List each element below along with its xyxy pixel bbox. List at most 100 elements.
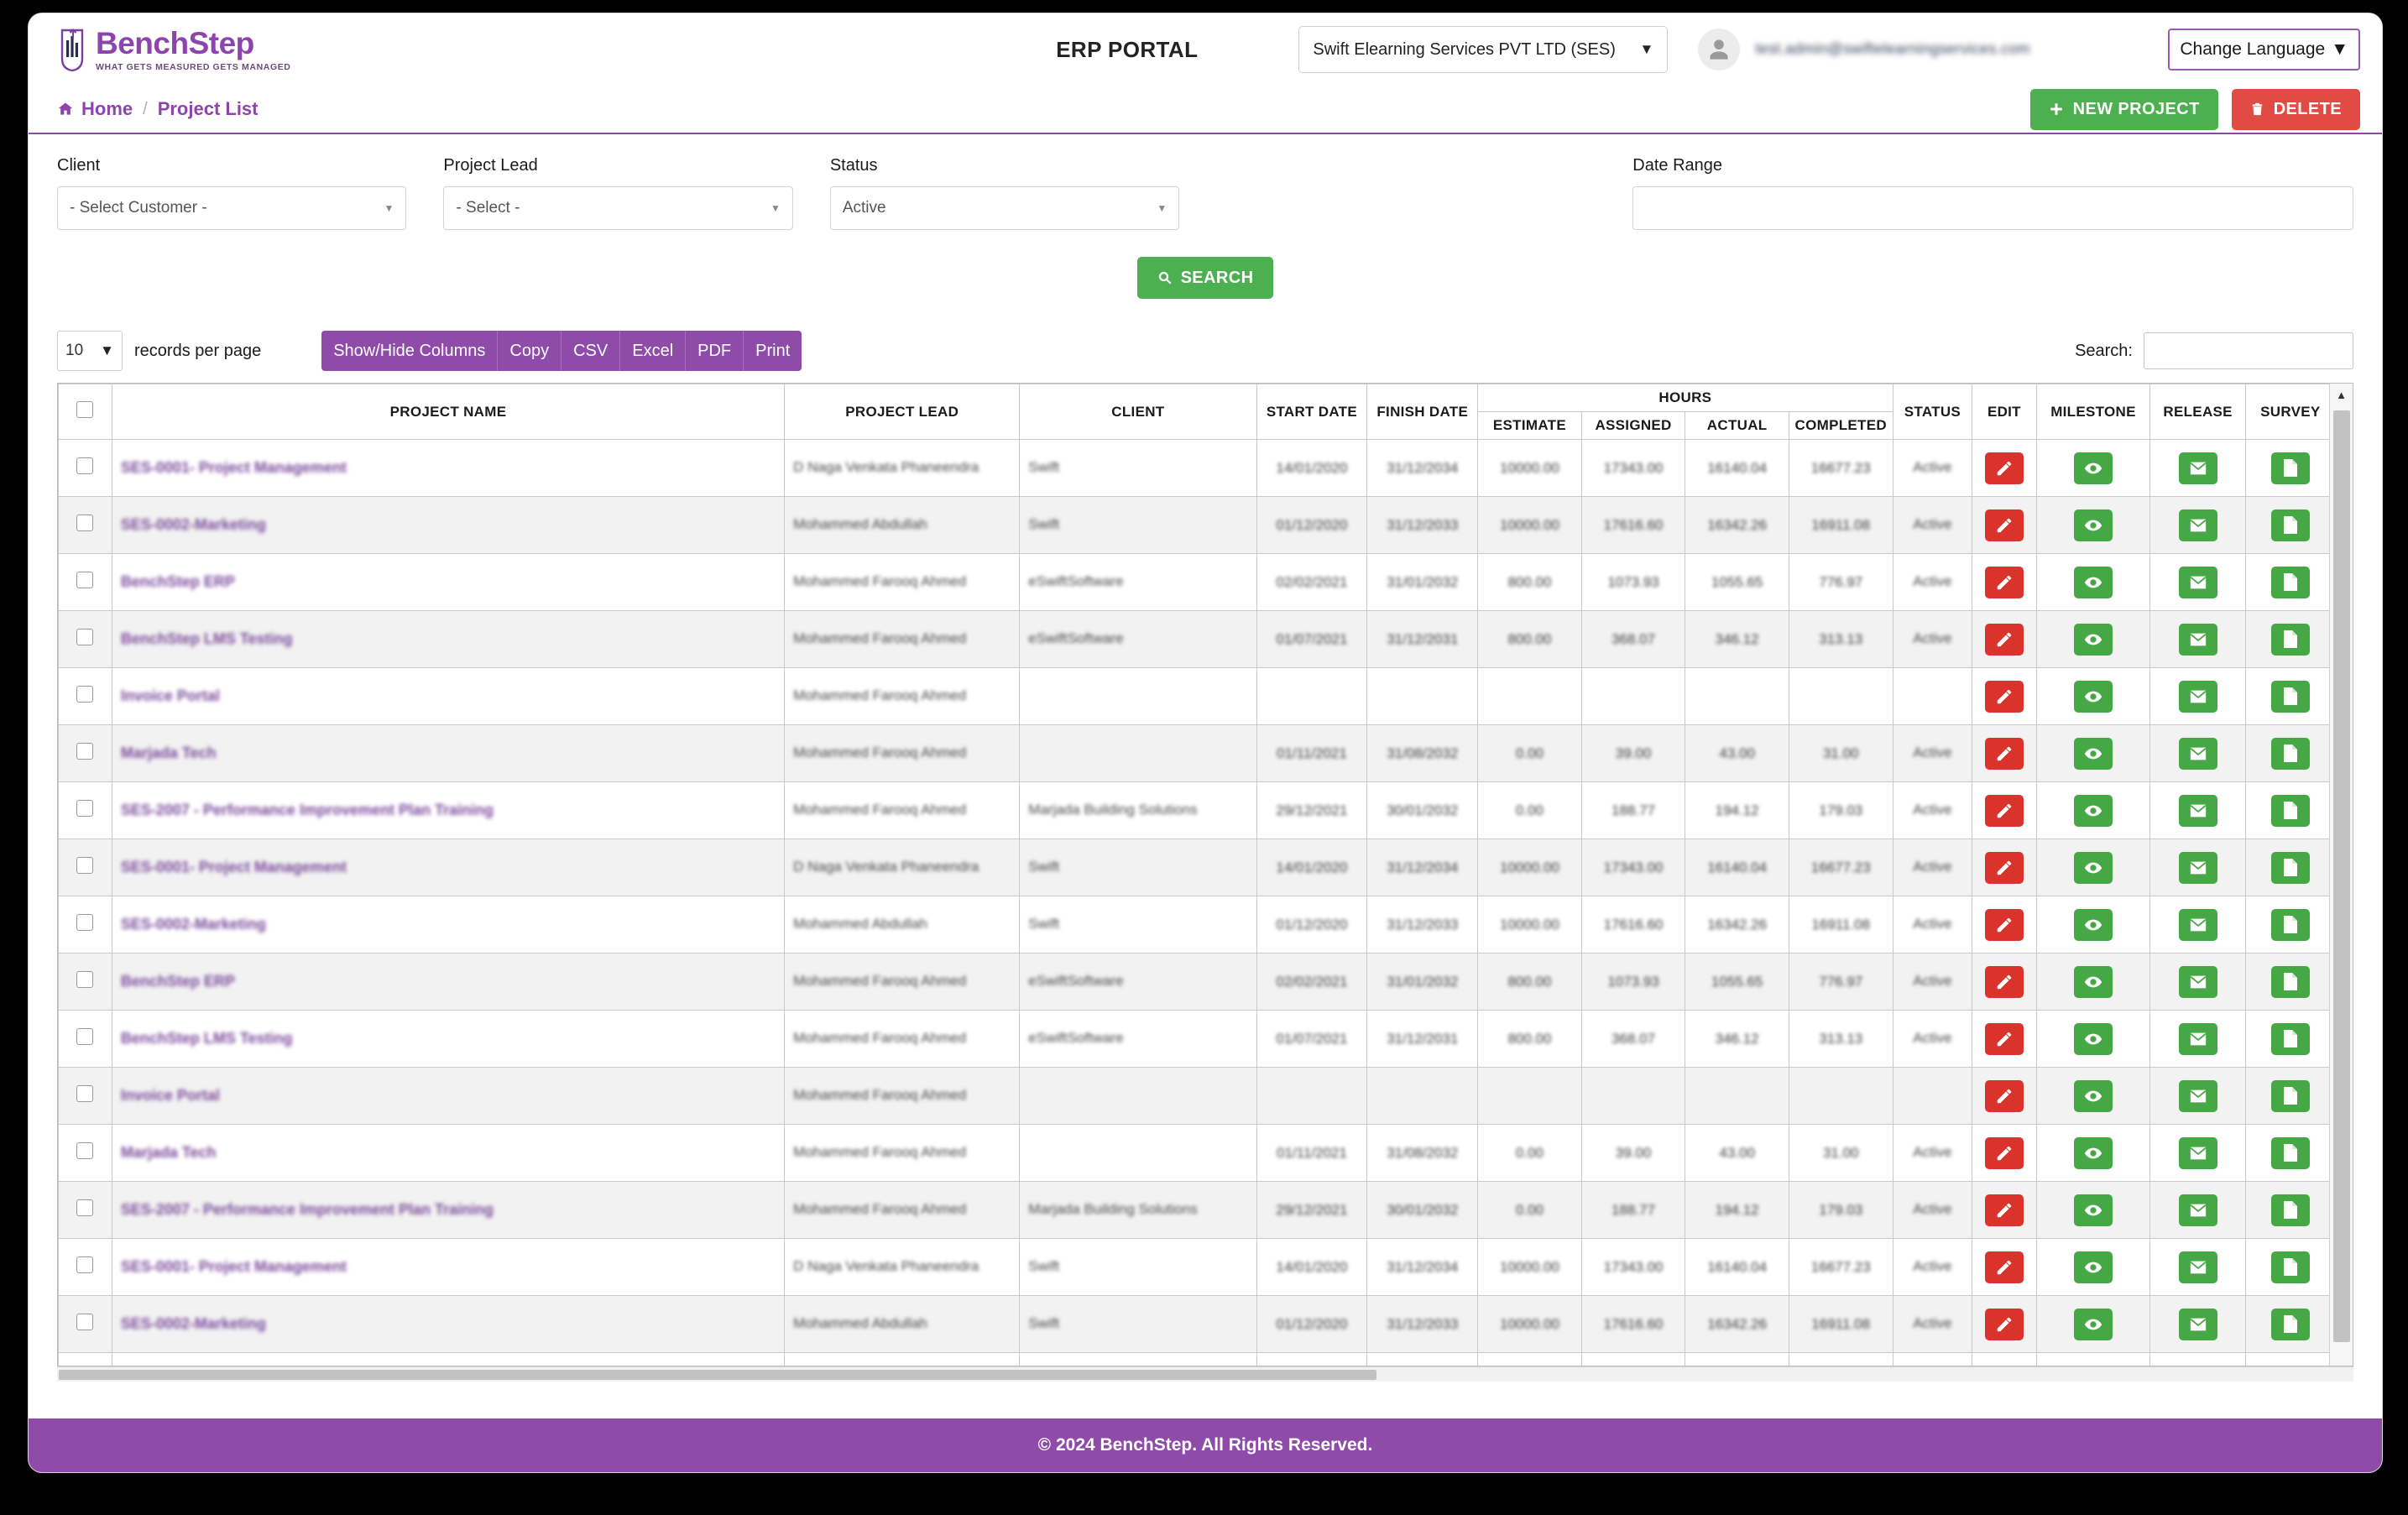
project-name-link[interactable]: BenchStep ERP: [121, 573, 235, 591]
envelope-icon[interactable]: [2178, 452, 2217, 484]
document-icon[interactable]: [2270, 1194, 2310, 1226]
pencil-icon[interactable]: [1984, 737, 2024, 770]
cell-edit[interactable]: [1972, 1124, 2037, 1182]
table-row[interactable]: Marjada Tech Mohammed Farooq Ahmed 01/11/2…: [58, 724, 2337, 782]
row-checkbox-cell[interactable]: [58, 1295, 112, 1353]
eye-icon[interactable]: [2073, 1194, 2113, 1226]
table-row[interactable]: SES-0002-Marketing Mohammed Abdullah Swift…: [58, 1295, 2337, 1353]
eye-icon[interactable]: [2073, 965, 2113, 998]
table-vertical-scrollbar[interactable]: ▲: [2329, 384, 2353, 1366]
project-name-link[interactable]: BenchStep LMS Testing: [121, 630, 293, 648]
envelope-icon[interactable]: [2178, 1308, 2217, 1340]
cell-release[interactable]: [2149, 1010, 2246, 1068]
pencil-icon[interactable]: [1984, 965, 2024, 998]
cell-milestone[interactable]: [2035, 781, 2151, 839]
cell-release[interactable]: [2149, 1181, 2246, 1239]
header-hours-assigned[interactable]: ASSIGNED: [1580, 411, 1686, 440]
table-row[interactable]: BenchStep ERPMohammed Farooq AhmedeSwift…: [58, 953, 2337, 1011]
cell-survey[interactable]: [2244, 553, 2337, 611]
project-name-link[interactable]: Invoice Portal: [121, 687, 220, 705]
cell-survey[interactable]: [2244, 724, 2337, 782]
pencil-icon[interactable]: [1984, 851, 2024, 884]
envelope-icon[interactable]: [2178, 737, 2217, 770]
row-checkbox[interactable]: [76, 1314, 94, 1330]
table-row[interactable]: BenchStep ERPMohammed Farooq AhmedeSwift…: [58, 1352, 2337, 1366]
table-row[interactable]: SES-0002-Marketing Mohammed Abdullah Swift…: [58, 496, 2337, 554]
cell-release[interactable]: [2149, 1238, 2246, 1296]
table-row[interactable]: Invoice Portal Mohammed Farooq Ahmed: [58, 1067, 2337, 1125]
cell-milestone[interactable]: [2035, 553, 2151, 611]
envelope-icon[interactable]: [2178, 1079, 2217, 1112]
pdf-button[interactable]: PDF: [686, 331, 744, 371]
cell-milestone[interactable]: [2035, 1124, 2151, 1182]
row-checkbox[interactable]: [76, 914, 94, 931]
cell-edit[interactable]: [1972, 1067, 2037, 1125]
pencil-icon[interactable]: [1984, 1194, 2024, 1226]
pencil-icon[interactable]: [1984, 1308, 2024, 1340]
row-checkbox[interactable]: [76, 457, 94, 474]
row-checkbox[interactable]: [76, 1028, 94, 1045]
pencil-icon[interactable]: [1984, 509, 2024, 541]
cell-project-name[interactable]: BenchStep ERP: [111, 553, 786, 611]
project-name-link[interactable]: SES-0002-Marketing: [121, 1315, 266, 1333]
cell-milestone[interactable]: [2035, 896, 2151, 953]
cell-survey[interactable]: [2244, 953, 2337, 1011]
pencil-icon[interactable]: [1984, 1079, 2024, 1112]
project-name-link[interactable]: Marjada Tech: [121, 1144, 217, 1162]
eye-icon[interactable]: [2073, 794, 2113, 827]
table-row[interactable]: SES-2007 - Performance Improvement Plan …: [58, 1181, 2337, 1239]
table-row[interactable]: SES-2007 - Performance Improvement Plan …: [58, 781, 2337, 839]
cell-milestone[interactable]: [2035, 1238, 2151, 1296]
envelope-icon[interactable]: [2178, 794, 2217, 827]
cell-release[interactable]: [2149, 838, 2246, 896]
scroll-up-icon[interactable]: ▲: [2330, 384, 2353, 405]
table-row[interactable]: BenchStep LMS Testing Mohammed Farooq Ahm…: [58, 610, 2337, 668]
cell-project-name[interactable]: BenchStep ERP: [111, 1352, 786, 1366]
pencil-icon[interactable]: [1984, 452, 2024, 484]
envelope-icon[interactable]: [2178, 566, 2217, 598]
table-row[interactable]: SES-0001- Project Management D Naga Venka…: [58, 838, 2337, 896]
cell-survey[interactable]: [2244, 1352, 2337, 1366]
eye-icon[interactable]: [2073, 623, 2113, 656]
cell-edit[interactable]: [1972, 439, 2037, 497]
document-icon[interactable]: [2270, 452, 2310, 484]
project-lead-select[interactable]: - Select - ▼: [443, 186, 793, 230]
cell-survey[interactable]: [2244, 896, 2337, 953]
cell-survey[interactable]: [2244, 667, 2337, 725]
row-checkbox-cell[interactable]: [58, 439, 112, 497]
header-start-date[interactable]: START DATE: [1256, 384, 1368, 440]
cell-project-name[interactable]: SES-0001- Project Management: [111, 838, 786, 896]
envelope-icon[interactable]: [2178, 1136, 2217, 1169]
pencil-icon[interactable]: [1984, 908, 2024, 941]
cell-milestone[interactable]: [2035, 439, 2151, 497]
date-range-input[interactable]: [1632, 186, 2353, 230]
cell-release[interactable]: [2149, 439, 2246, 497]
row-checkbox-cell[interactable]: [58, 896, 112, 953]
cell-release[interactable]: [2149, 1067, 2246, 1125]
document-icon[interactable]: [2270, 1022, 2310, 1055]
pencil-icon[interactable]: [1984, 680, 2024, 713]
cell-project-name[interactable]: BenchStep LMS Testing: [111, 610, 786, 668]
envelope-icon[interactable]: [2178, 509, 2217, 541]
cell-project-name[interactable]: SES-0002-Marketing: [111, 1295, 786, 1353]
document-icon[interactable]: [2270, 680, 2310, 713]
csv-button[interactable]: CSV: [562, 331, 621, 371]
cell-edit[interactable]: [1972, 953, 2037, 1011]
row-checkbox-cell[interactable]: [58, 1238, 112, 1296]
row-checkbox-cell[interactable]: [58, 1352, 112, 1366]
table-row[interactable]: Marjada Tech Mohammed Farooq Ahmed 01/11/2…: [58, 1124, 2337, 1182]
eye-icon[interactable]: [2073, 452, 2113, 484]
row-checkbox-cell[interactable]: [58, 610, 112, 668]
cell-release[interactable]: [2149, 1295, 2246, 1353]
header-hours-actual[interactable]: ACTUAL: [1685, 411, 1789, 440]
row-checkbox-cell[interactable]: [58, 496, 112, 554]
cell-release[interactable]: [2149, 496, 2246, 554]
cell-edit[interactable]: [1972, 781, 2037, 839]
document-icon[interactable]: [2270, 965, 2310, 998]
row-checkbox-cell[interactable]: [58, 1010, 112, 1068]
row-checkbox[interactable]: [76, 1142, 94, 1159]
copy-button[interactable]: Copy: [498, 331, 562, 371]
project-name-link[interactable]: SES-0002-Marketing: [121, 916, 266, 933]
cell-project-name[interactable]: Invoice Portal: [111, 1067, 786, 1125]
project-name-link[interactable]: SES-0001- Project Management: [121, 1258, 347, 1276]
